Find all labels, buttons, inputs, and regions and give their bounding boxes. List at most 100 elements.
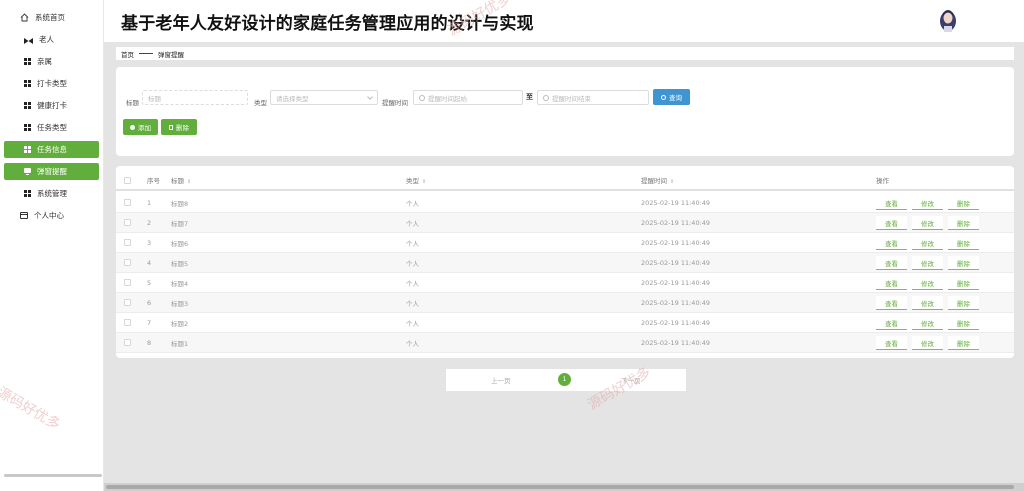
time-start-picker[interactable]: 提醒时间起始 [413, 90, 523, 105]
horizontal-scrollbar[interactable] [104, 483, 1024, 491]
sidebar-item-6[interactable]: 任务信息 [4, 141, 99, 158]
scrollbar-thumb[interactable] [106, 485, 1014, 489]
view-button[interactable]: 查看 [876, 276, 907, 290]
row-delete-button[interactable]: 删除 [948, 196, 979, 210]
title-filter-label: 标题 [126, 99, 139, 107]
query-button[interactable]: 查询 [653, 89, 690, 105]
sidebar-item-label: 系统管理 [37, 189, 67, 198]
table-row: 3 标题6 个人 2025-02-19 11:40:49 查看 修改 删除 [116, 233, 1014, 253]
row-delete-button[interactable]: 删除 [948, 316, 979, 330]
edit-button[interactable]: 修改 [912, 316, 943, 330]
header-type[interactable]: 类型 ⇕ [406, 175, 426, 185]
delete-button-label: 删除 [176, 124, 189, 132]
row-delete-button[interactable]: 删除 [948, 336, 979, 350]
row-checkbox[interactable] [124, 219, 131, 226]
monitor-icon [24, 168, 31, 175]
row-index: 7 [147, 318, 152, 327]
sidebar-item-4[interactable]: 健康打卡 [4, 97, 99, 114]
grid-icon [24, 102, 31, 109]
row-checkbox[interactable] [124, 279, 131, 286]
sort-icon[interactable]: ⇕ [670, 179, 674, 185]
page-number-current[interactable]: 1 [558, 373, 571, 386]
table-row: 2 标题7 个人 2025-02-19 11:40:49 查看 修改 删除 [116, 213, 1014, 233]
row-checkbox[interactable] [124, 239, 131, 246]
sidebar-item-5[interactable]: 任务类型 [4, 119, 99, 136]
row-checkbox[interactable] [124, 299, 131, 306]
trash-icon [169, 124, 173, 130]
sort-icon[interactable]: ⇕ [187, 179, 191, 185]
sidebar-item-label: 健康打卡 [37, 101, 67, 110]
edit-button[interactable]: 修改 [912, 216, 943, 230]
edit-button[interactable]: 修改 [912, 296, 943, 310]
sidebar-item-7[interactable]: 弹窗提醒 [4, 163, 99, 180]
row-checkbox[interactable] [124, 199, 131, 206]
view-button[interactable]: 查看 [876, 316, 907, 330]
sidebar-item-label: 打卡类型 [37, 79, 67, 88]
header-title[interactable]: 标题 ⇕ [171, 175, 191, 185]
sidebar-item-label: 任务信息 [37, 145, 67, 154]
row-type: 个人 [406, 199, 419, 208]
add-button[interactable]: 添加 [123, 119, 158, 135]
type-filter-placeholder: 请选择类型 [276, 94, 309, 103]
sidebar-item-3[interactable]: 打卡类型 [4, 75, 99, 92]
view-button[interactable]: 查看 [876, 216, 907, 230]
clock-icon [419, 94, 425, 101]
sidebar-item-2[interactable]: 亲属 [4, 53, 99, 70]
header-type-label: 类型 [406, 177, 419, 185]
row-type: 个人 [406, 299, 419, 308]
row-index: 5 [147, 278, 152, 287]
select-all-checkbox[interactable] [124, 176, 131, 184]
row-delete-button[interactable]: 删除 [948, 256, 979, 270]
prev-page-button[interactable]: 上一页 [491, 375, 511, 385]
data-table: 序号 标题 ⇕ 类型 ⇕ 提醒时间 ⇕ 操作 1 标题8 个人 2025-02-19 11:… [116, 166, 1014, 358]
row-delete-button[interactable]: 删除 [948, 296, 979, 310]
edit-button[interactable]: 修改 [912, 336, 943, 350]
row-checkbox[interactable] [124, 319, 131, 326]
row-checkbox[interactable] [124, 339, 131, 346]
grid-icon [24, 146, 31, 153]
sidebar-item-9[interactable]: 个人中心 [4, 207, 99, 224]
row-type: 个人 [406, 219, 419, 228]
view-button[interactable]: 查看 [876, 256, 907, 270]
row-delete-button[interactable]: 删除 [948, 276, 979, 290]
header-time[interactable]: 提醒时间 ⇕ [641, 175, 674, 185]
edit-button[interactable]: 修改 [912, 276, 943, 290]
row-index: 8 [147, 338, 152, 347]
view-button[interactable]: 查看 [876, 336, 907, 350]
row-index: 4 [147, 258, 152, 267]
sidebar-scrollbar[interactable] [4, 474, 102, 477]
row-title: 标题4 [171, 279, 189, 288]
view-button[interactable]: 查看 [876, 296, 907, 310]
search-panel: 标题 标题 类型 请选择类型 提醒时间 提醒时间起始 至 提醒时间结束 查询 添… [116, 67, 1014, 156]
row-checkbox[interactable] [124, 259, 131, 266]
sidebar-item-0[interactable]: 系统首页 [4, 9, 99, 26]
view-button[interactable]: 查看 [876, 196, 907, 210]
edit-button[interactable]: 修改 [912, 256, 943, 270]
header-time-label: 提醒时间 [641, 177, 667, 185]
row-time: 2025-02-19 11:40:49 [641, 198, 711, 207]
clock-icon [543, 94, 549, 101]
delete-button[interactable]: 删除 [161, 119, 197, 135]
row-index: 1 [147, 198, 152, 207]
sidebar-item-label: 亲属 [37, 57, 52, 66]
table-row: 5 标题4 个人 2025-02-19 11:40:49 查看 修改 删除 [116, 273, 1014, 293]
edit-button[interactable]: 修改 [912, 236, 943, 250]
edit-button[interactable]: 修改 [912, 196, 943, 210]
row-delete-button[interactable]: 删除 [948, 236, 979, 250]
time-end-picker[interactable]: 提醒时间结束 [537, 90, 649, 105]
row-delete-button[interactable]: 删除 [948, 216, 979, 230]
breadcrumb-home[interactable]: 首页 [121, 49, 134, 59]
row-time: 2025-02-19 11:40:49 [641, 238, 711, 247]
header-index: 序号 [147, 177, 160, 185]
card-icon [20, 212, 28, 219]
avatar[interactable] [938, 8, 958, 32]
sidebar-item-1[interactable]: 老人 [4, 31, 99, 48]
time-start-placeholder: 提醒时间起始 [428, 94, 467, 103]
sort-icon[interactable]: ⇕ [422, 179, 426, 185]
view-button[interactable]: 查看 [876, 236, 907, 250]
title-filter-input[interactable]: 标题 [142, 90, 248, 105]
breadcrumb-separator [139, 53, 153, 54]
row-type: 个人 [406, 239, 419, 248]
type-filter-select[interactable]: 请选择类型 [270, 90, 378, 105]
sidebar-item-8[interactable]: 系统管理 [4, 185, 99, 202]
